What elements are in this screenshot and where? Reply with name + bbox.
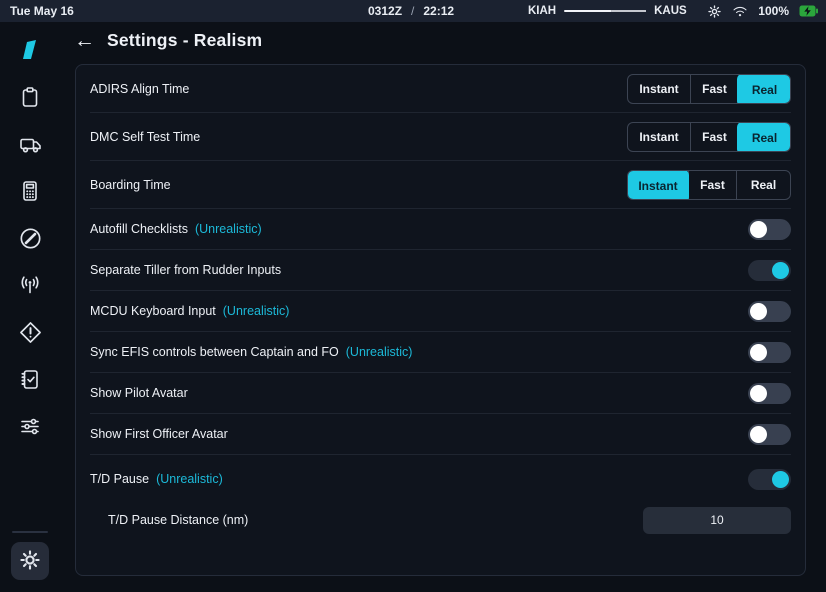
show-pilot-avatar-toggle[interactable]: [748, 383, 791, 404]
status-bar: Tue May 16 0312Z / 22:12 KIAH KAUS: [0, 0, 826, 22]
flight-route-indicator: KIAH KAUS: [528, 5, 687, 17]
unrealistic-tag: (Unrealistic): [223, 304, 290, 318]
local-time: 22:12: [423, 4, 454, 18]
show-fo-avatar-toggle[interactable]: [748, 424, 791, 445]
compass-icon: [18, 226, 43, 251]
route-progress-line: [564, 10, 646, 13]
sidebar-item-failures[interactable]: [13, 319, 47, 345]
utc-time: 0312Z: [368, 4, 402, 18]
setting-label: Autofill Checklists (Unrealistic): [90, 222, 262, 236]
option-instant[interactable]: Instant: [627, 170, 689, 200]
setting-label: ADIRS Align Time: [90, 82, 189, 96]
sidebar-item-ground-services[interactable]: [13, 131, 47, 157]
status-date: Tue May 16: [10, 4, 74, 18]
destination-airport: KAUS: [654, 5, 687, 17]
sidebar-item-options[interactable]: [13, 413, 47, 439]
battery-charging-icon: [799, 5, 818, 17]
setting-row-show-pilot-avatar: Show Pilot Avatar: [90, 373, 791, 413]
setting-row-mcdu-keyboard-input: MCDU Keyboard Input (Unrealistic): [90, 291, 791, 331]
option-instant[interactable]: Instant: [628, 75, 690, 103]
td-pause-toggle[interactable]: [748, 469, 791, 490]
unrealistic-tag: (Unrealistic): [346, 345, 413, 359]
realism-settings-panel: ADIRS Align Time Instant Fast Real DMC S…: [75, 64, 806, 576]
segmented-control: Instant Fast Real: [627, 170, 791, 200]
sidebar: [0, 22, 60, 592]
segmented-control: Instant Fast Real: [627, 74, 791, 104]
setting-row-td-pause-distance: T/D Pause Distance (nm): [90, 499, 791, 541]
setting-row-td-pause: T/D Pause (Unrealistic): [90, 459, 791, 499]
sidebar-item-navigation[interactable]: [13, 225, 47, 251]
setting-label: Boarding Time: [90, 178, 171, 192]
antenna-icon: [17, 273, 43, 297]
settings-gear-icon: [18, 548, 42, 575]
gear-icon: [707, 4, 722, 19]
sidebar-item-home[interactable]: [13, 37, 47, 63]
setting-row-separate-tiller: Separate Tiller from Rudder Inputs: [90, 250, 791, 290]
option-real[interactable]: Real: [737, 122, 791, 152]
option-real[interactable]: Real: [736, 171, 790, 199]
separate-tiller-toggle[interactable]: [748, 260, 791, 281]
setting-label: MCDU Keyboard Input (Unrealistic): [90, 304, 289, 318]
segmented-control: Instant Fast Real: [627, 122, 791, 152]
setting-label: T/D Pause Distance (nm): [90, 513, 248, 527]
setting-label: Show First Officer Avatar: [90, 427, 228, 441]
setting-row-dmc-self-test-time: DMC Self Test Time Instant Fast Real: [90, 113, 791, 160]
page-title: Settings - Realism: [107, 30, 262, 51]
row-divider: [90, 454, 791, 455]
ground-services-truck-icon: [18, 132, 43, 156]
failures-diamond-icon: [18, 320, 43, 345]
option-real[interactable]: Real: [737, 74, 791, 104]
sync-efis-toggle[interactable]: [748, 342, 791, 363]
origin-airport: KIAH: [528, 5, 556, 17]
page-header: ← Settings - Realism: [74, 30, 262, 51]
mcdu-keyboard-toggle[interactable]: [748, 301, 791, 322]
setting-label: Separate Tiller from Rudder Inputs: [90, 263, 281, 277]
setting-row-adirs-align-time: ADIRS Align Time Instant Fast Real: [90, 65, 791, 112]
time-separator: /: [411, 4, 414, 18]
setting-row-autofill-checklists: Autofill Checklists (Unrealistic): [90, 209, 791, 249]
setting-label: T/D Pause (Unrealistic): [90, 472, 223, 486]
option-fast[interactable]: Fast: [688, 171, 736, 199]
setting-row-sync-efis: Sync EFIS controls between Captain and F…: [90, 332, 791, 372]
sidebar-divider: [12, 531, 48, 533]
checklist-notebook-icon: [18, 367, 42, 391]
status-clock: 0312Z / 22:12: [368, 4, 454, 18]
setting-label: DMC Self Test Time: [90, 130, 200, 144]
back-button[interactable]: ←: [74, 30, 95, 51]
airline-logo: [18, 38, 42, 62]
wifi-icon: [732, 5, 748, 18]
setting-label: Show Pilot Avatar: [90, 386, 188, 400]
setting-row-boarding-time: Boarding Time Instant Fast Real: [90, 161, 791, 208]
sidebar-item-performance[interactable]: [13, 178, 47, 204]
autofill-checklists-toggle[interactable]: [748, 219, 791, 240]
option-instant[interactable]: Instant: [628, 123, 690, 151]
unrealistic-tag: (Unrealistic): [156, 472, 223, 486]
option-fast[interactable]: Fast: [690, 123, 738, 151]
sidebar-item-flightplan[interactable]: [13, 84, 47, 110]
sliders-icon: [17, 414, 43, 438]
td-pause-distance-input[interactable]: [643, 507, 791, 534]
setting-label: Sync EFIS controls between Captain and F…: [90, 345, 412, 359]
battery-percent-label: 100%: [758, 4, 789, 18]
option-fast[interactable]: Fast: [690, 75, 738, 103]
clipboard-icon: [18, 85, 42, 109]
unrealistic-tag: (Unrealistic): [195, 222, 262, 236]
sidebar-item-radio[interactable]: [13, 272, 47, 298]
calculator-icon: [18, 179, 42, 203]
sidebar-item-settings-active[interactable]: [11, 542, 49, 580]
sidebar-item-checklists[interactable]: [13, 366, 47, 392]
setting-row-show-fo-avatar: Show First Officer Avatar: [90, 414, 791, 454]
